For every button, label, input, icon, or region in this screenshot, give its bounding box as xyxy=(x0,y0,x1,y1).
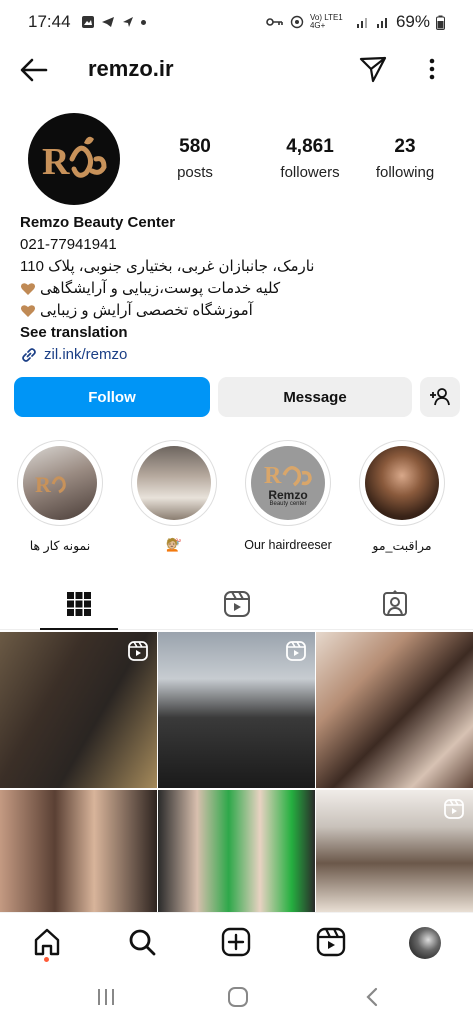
post-thumbnail[interactable] xyxy=(158,632,315,788)
send-message-icon[interactable] xyxy=(358,54,388,84)
highlight-item[interactable]: R Remzo Beauty center Our hairdreeser xyxy=(243,440,333,552)
profile-avatar[interactable]: R xyxy=(28,113,120,205)
post-thumbnail[interactable] xyxy=(316,632,473,788)
telegram-icon xyxy=(101,17,114,27)
profile-bio: Remzo Beauty Center 021-77941941 نارمک، … xyxy=(20,212,460,366)
home-icon[interactable] xyxy=(32,927,62,957)
heart-icon xyxy=(21,305,35,317)
battery-icon xyxy=(436,15,445,30)
profile-website-link[interactable]: zil.ink/remzo xyxy=(20,344,460,366)
remzo-logo-icon: R xyxy=(264,463,312,489)
gallery-icon xyxy=(81,16,94,28)
profile-actions: Follow Message xyxy=(14,377,460,417)
tab-reels[interactable] xyxy=(158,580,316,628)
highlight-thumbnail xyxy=(365,446,439,520)
notification-dot xyxy=(44,957,49,962)
stat-following-value: 23 xyxy=(394,136,416,157)
profile-bio-line-2: کلیه خدمات پوست،زیبایی و آرایشگاهی xyxy=(40,280,281,297)
profile-bio-line-3: آموزشگاه تخصصی آرایش و زیبایی xyxy=(40,302,253,319)
post-thumbnail[interactable] xyxy=(0,632,157,788)
profile-header: remzo.ir xyxy=(0,48,473,92)
system-navigation-bar xyxy=(0,972,473,1024)
add-user-icon xyxy=(430,388,450,406)
back-arrow-icon[interactable] xyxy=(18,54,50,86)
tab-posts-grid[interactable] xyxy=(0,580,158,630)
key-icon xyxy=(266,18,283,26)
highlight-caption: مراقبت_مو xyxy=(372,539,432,553)
profile-website-text: zil.ink/remzo xyxy=(44,346,128,363)
highlight-logo-title: Remzo xyxy=(268,488,308,502)
back-button-icon[interactable] xyxy=(362,986,384,1008)
profile-display-name: Remzo Beauty Center xyxy=(20,214,176,231)
highlight-thumbnail: R xyxy=(23,446,97,520)
create-post-icon[interactable] xyxy=(221,927,251,957)
highlight-caption: نمونه کار ها xyxy=(29,539,91,553)
posts-grid xyxy=(0,632,473,912)
highlight-item[interactable]: R نمونه کار ها xyxy=(15,440,105,553)
post-thumbnail[interactable] xyxy=(316,790,473,912)
svg-text:R: R xyxy=(35,472,52,497)
network-label: Vo) LTE1 4G+ xyxy=(309,13,343,30)
search-icon[interactable] xyxy=(127,927,157,957)
profile-tabs xyxy=(0,580,473,630)
signal-icon-2 xyxy=(376,18,387,28)
recent-apps-icon[interactable] xyxy=(95,986,117,1008)
svg-text:R: R xyxy=(264,463,282,489)
stat-followers[interactable]: 4,861 followers xyxy=(260,136,360,181)
grid-icon xyxy=(67,592,91,616)
remzo-logo-icon: R xyxy=(35,472,66,497)
bottom-navigation xyxy=(0,912,473,972)
reel-badge-icon xyxy=(286,641,306,661)
highlight-logo-subtitle: Beauty center xyxy=(269,501,307,507)
hotspot-icon xyxy=(290,15,304,29)
tab-tagged[interactable] xyxy=(316,580,473,628)
reels-icon xyxy=(224,591,250,617)
message-button[interactable]: Message xyxy=(218,377,412,417)
tagged-icon xyxy=(383,590,407,616)
stat-following-label: following xyxy=(375,164,435,181)
battery-percent: 69% xyxy=(395,12,430,31)
home-button-icon[interactable] xyxy=(227,986,249,1008)
stat-posts-label: posts xyxy=(177,164,213,181)
follow-button[interactable]: Follow xyxy=(14,377,210,417)
see-translation-link[interactable]: See translation xyxy=(20,322,460,344)
svg-text:R: R xyxy=(42,141,70,183)
heart-icon xyxy=(21,283,35,295)
status-bar: 17:44 Vo) LTE1 4G+ 69% xyxy=(0,0,473,44)
highlight-thumbnail: R Remzo Beauty center xyxy=(251,446,325,520)
stat-following[interactable]: 23 following xyxy=(365,136,445,181)
reel-badge-icon xyxy=(444,799,464,819)
post-thumbnail[interactable] xyxy=(0,790,157,912)
navigation-icon xyxy=(122,17,133,27)
reel-badge-icon xyxy=(128,641,148,661)
more-options-icon[interactable] xyxy=(420,54,444,84)
stat-followers-value: 4,861 xyxy=(286,136,334,157)
signal-icon xyxy=(356,18,367,28)
stat-posts-value: 580 xyxy=(179,136,211,157)
profile-address: نارمک، جانبازان غربی، بختیاری جنوبی، پلا… xyxy=(20,258,315,275)
profile-username: remzo.ir xyxy=(88,56,174,81)
suggested-accounts-button[interactable] xyxy=(420,377,460,417)
highlight-caption: 💇🏼 xyxy=(166,538,182,552)
stat-followers-label: followers xyxy=(280,164,340,181)
stat-posts[interactable]: 580 posts xyxy=(160,136,230,181)
profile-avatar-icon[interactable] xyxy=(409,927,441,959)
link-icon xyxy=(22,348,36,362)
dot-icon xyxy=(140,19,146,25)
remzo-logo-icon: R xyxy=(42,136,107,183)
story-highlights: R نمونه کار ها 💇🏼 R Remzo Beauty center … xyxy=(0,440,473,560)
highlight-caption: Our hairdreeser xyxy=(244,538,332,552)
highlight-item[interactable]: مراقبت_مو xyxy=(357,440,447,553)
post-thumbnail[interactable] xyxy=(158,790,315,912)
profile-phone[interactable]: 021-77941941 xyxy=(20,234,460,256)
reels-icon[interactable] xyxy=(316,927,346,957)
highlight-thumbnail xyxy=(137,446,211,520)
highlight-item[interactable]: 💇🏼 xyxy=(129,440,219,553)
status-time: 17:44 xyxy=(28,12,71,31)
